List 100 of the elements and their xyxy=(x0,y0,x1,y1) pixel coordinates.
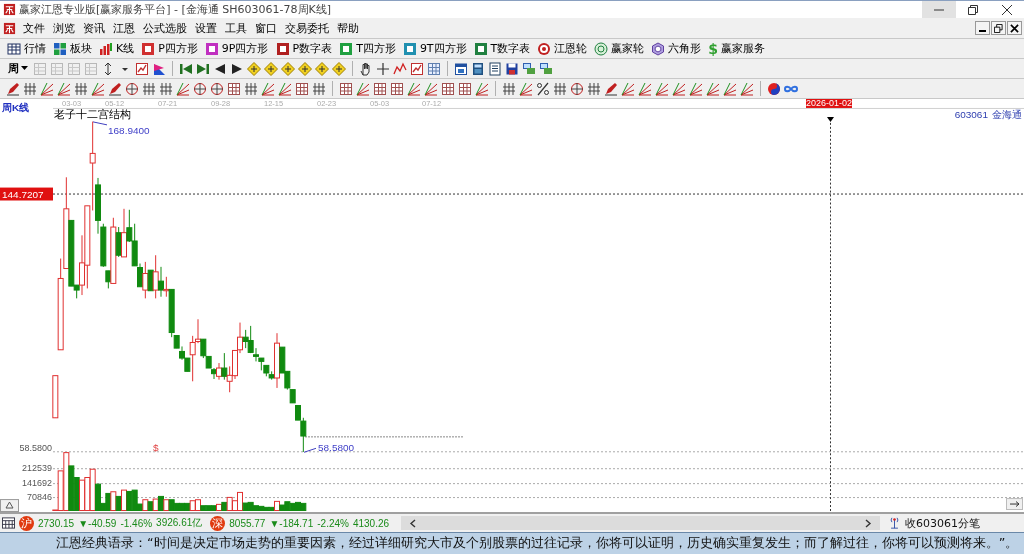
menu-item[interactable]: 帮助 xyxy=(337,20,359,36)
pencil-icon[interactable] xyxy=(6,81,20,96)
fan-lines-icon[interactable] xyxy=(356,81,370,96)
skip-back-icon[interactable] xyxy=(179,61,193,76)
parallel-lines-icon[interactable] xyxy=(553,81,567,96)
pencil-icon[interactable] xyxy=(108,81,122,96)
parallel-lines-icon[interactable] xyxy=(142,81,156,96)
minimize-button[interactable] xyxy=(975,21,990,35)
circle-grid-icon[interactable] xyxy=(570,81,584,96)
grid-icon[interactable] xyxy=(373,81,387,96)
triangle-left-icon[interactable] xyxy=(213,61,227,76)
diamond-icon[interactable] xyxy=(315,61,329,76)
fan-lines-icon[interactable] xyxy=(706,81,720,96)
menu-item[interactable]: 浏览 xyxy=(53,20,75,36)
toolbar-button[interactable]: T四方形 xyxy=(338,40,400,57)
calendar-icon[interactable] xyxy=(454,61,468,76)
diamond-icon[interactable] xyxy=(281,61,295,76)
expand-button[interactable] xyxy=(0,499,19,512)
menu-item[interactable]: 公式选股 xyxy=(143,20,187,36)
grid-icon[interactable] xyxy=(227,81,241,96)
grid-icon[interactable] xyxy=(339,81,353,96)
scroll-right-button[interactable] xyxy=(1006,498,1023,510)
fan-lines-icon[interactable] xyxy=(621,81,635,96)
toolbar-button[interactable]: T数字表 xyxy=(472,40,535,57)
flag-icon[interactable] xyxy=(152,61,166,76)
document-icon[interactable] xyxy=(488,61,502,76)
toolbar-button[interactable]: $ 赢家服务 xyxy=(707,40,770,57)
menu-item[interactable]: 交易委托 xyxy=(285,20,329,36)
diamond-icon[interactable] xyxy=(332,61,346,76)
grid-icon[interactable] xyxy=(390,81,404,96)
grid-icon[interactable] xyxy=(427,61,441,76)
menu-item[interactable]: 江恩 xyxy=(113,20,135,36)
parallel-lines-icon[interactable] xyxy=(587,81,601,96)
fan-lines-icon[interactable] xyxy=(655,81,669,96)
circle-grid-icon[interactable] xyxy=(125,81,139,96)
toolbar-button[interactable]: 赢家轮 xyxy=(593,40,649,57)
toolbar-button[interactable]: P数字表 xyxy=(274,40,337,57)
fan-lines-icon[interactable] xyxy=(40,81,54,96)
fan-lines-icon[interactable] xyxy=(689,81,703,96)
toolbar-button[interactable]: K线 xyxy=(98,40,139,57)
skip-forward-icon[interactable] xyxy=(196,61,210,76)
parallel-lines-icon[interactable] xyxy=(502,81,516,96)
fan-lines-icon[interactable] xyxy=(519,81,533,96)
menu-item[interactable]: 资讯 xyxy=(83,20,105,36)
floppy-icon[interactable] xyxy=(505,61,519,76)
menu-item[interactable]: 工具 xyxy=(225,20,247,36)
horizontal-scrollbar[interactable] xyxy=(401,516,880,530)
fan-lines-icon[interactable] xyxy=(723,81,737,96)
grid-icon[interactable] xyxy=(458,81,472,96)
index-price: 8055.77 xyxy=(229,517,266,529)
fan-lines-icon[interactable] xyxy=(740,81,754,96)
grid-icon[interactable] xyxy=(295,81,309,96)
grid-icon[interactable] xyxy=(441,81,455,96)
hand-icon[interactable] xyxy=(359,61,373,76)
triangle-right-icon[interactable] xyxy=(230,61,244,76)
crosshair-icon[interactable] xyxy=(376,61,390,76)
circle-grid-icon[interactable] xyxy=(193,81,207,96)
close-button[interactable] xyxy=(1007,21,1022,35)
toolbar-button[interactable]: 行情 xyxy=(6,40,50,57)
fan-lines-icon[interactable] xyxy=(278,81,292,96)
toolbar-button[interactable]: 板块 xyxy=(52,40,96,57)
toolbar-button[interactable]: 9T四方形 xyxy=(401,40,471,57)
zigzag-icon[interactable] xyxy=(393,61,407,76)
yin-yang-icon[interactable] xyxy=(767,81,781,96)
parallel-lines-icon[interactable] xyxy=(312,81,326,96)
menu-item[interactable]: 文件 xyxy=(23,20,45,36)
diamond-icon[interactable] xyxy=(298,61,312,76)
toolbar-button[interactable]: 六角形 xyxy=(650,40,706,57)
fan-lines-icon[interactable] xyxy=(424,81,438,96)
toolbar-button[interactable]: P四方形 xyxy=(140,40,202,57)
scroll-left-icon[interactable] xyxy=(409,518,418,528)
fan-lines-icon[interactable] xyxy=(638,81,652,96)
menu-item[interactable]: 设置 xyxy=(195,20,217,36)
period-dropdown[interactable]: 周 xyxy=(6,61,30,76)
fan-lines-icon[interactable] xyxy=(57,81,71,96)
chart-box-icon[interactable] xyxy=(410,61,424,76)
fan-lines-icon[interactable] xyxy=(176,81,190,96)
chart-box-icon[interactable] xyxy=(135,61,149,76)
scroll-right-icon[interactable] xyxy=(864,518,872,528)
calculator-icon[interactable] xyxy=(471,61,485,76)
parallel-lines-icon[interactable] xyxy=(159,81,173,96)
ticker-label[interactable]: 收603061分笔 xyxy=(905,515,980,531)
fan-lines-icon[interactable] xyxy=(475,81,489,96)
circle-grid-icon[interactable] xyxy=(210,81,224,96)
network-icon[interactable] xyxy=(539,61,553,76)
restore-button[interactable] xyxy=(991,21,1006,35)
percent-icon[interactable] xyxy=(536,81,550,96)
toolbar-button[interactable]: 9P四方形 xyxy=(203,40,273,57)
diamond-icon[interactable] xyxy=(264,61,278,76)
network-icon[interactable] xyxy=(522,61,536,76)
pencil-icon[interactable] xyxy=(604,81,618,96)
toolbar-button[interactable]: 江恩轮 xyxy=(536,40,592,57)
parallel-lines-icon[interactable] xyxy=(74,81,88,96)
parallel-lines-icon[interactable] xyxy=(244,81,258,96)
menu-item[interactable]: 窗口 xyxy=(255,20,277,36)
fan-lines-icon[interactable] xyxy=(91,81,105,96)
fan-lines-icon[interactable] xyxy=(407,81,421,96)
fan-lines-icon[interactable] xyxy=(672,81,686,96)
parallel-lines-icon[interactable] xyxy=(23,81,37,96)
fan-lines-icon[interactable] xyxy=(261,81,275,96)
